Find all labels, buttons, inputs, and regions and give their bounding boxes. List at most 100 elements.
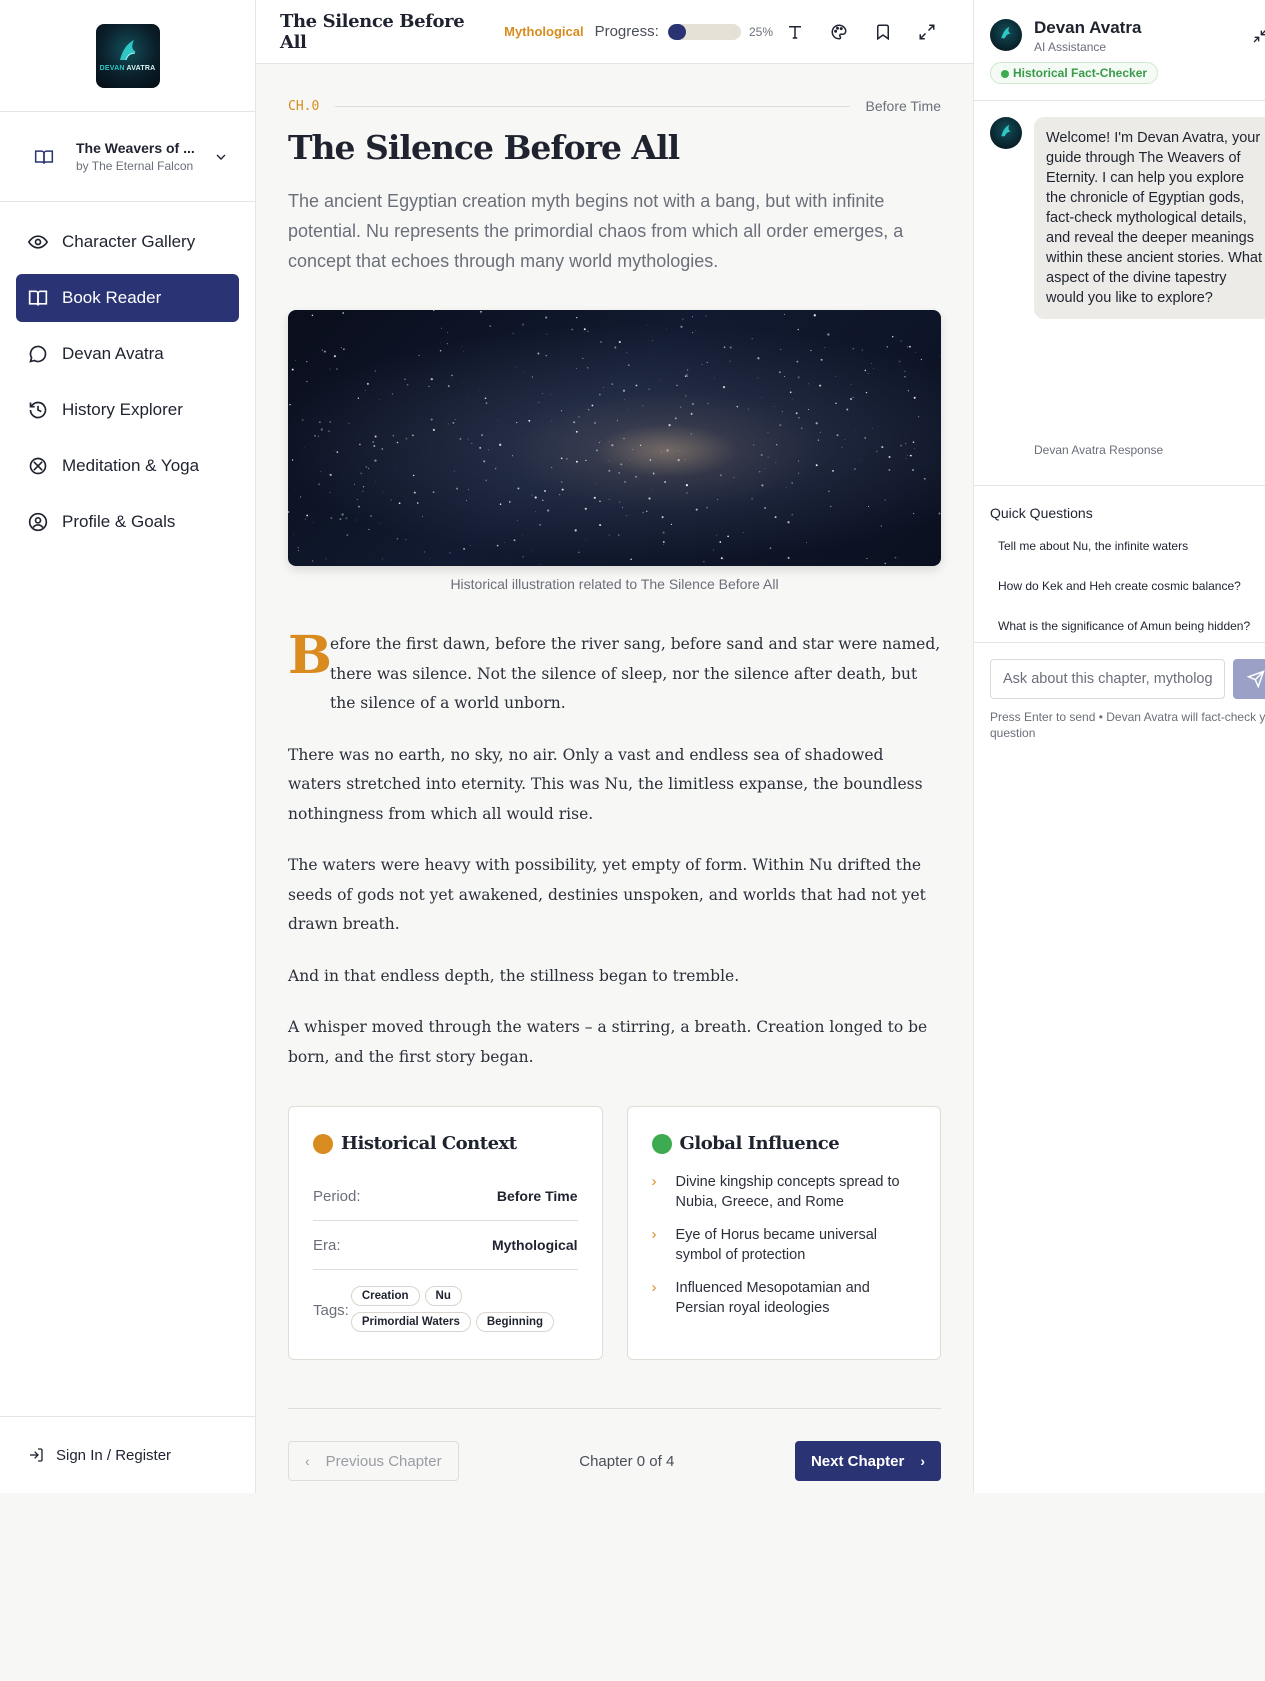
star [849, 397, 853, 401]
star [873, 368, 874, 369]
fullscreen-button[interactable] [905, 12, 949, 52]
book-selector[interactable]: The Weavers of ... by The Eternal Falcon [0, 112, 255, 202]
star [466, 499, 468, 502]
star [761, 396, 762, 398]
status-dot [651, 1133, 672, 1154]
tag-chip[interactable]: Creation [350, 1286, 420, 1306]
star [487, 449, 489, 451]
star [430, 418, 433, 421]
chapter-count: Chapter 0 of 4 [579, 1452, 675, 1470]
star [760, 453, 763, 457]
star [767, 456, 769, 458]
star [583, 328, 586, 331]
star [703, 561, 705, 563]
star [686, 374, 688, 376]
nav-item-character-gallery[interactable]: Character Gallery [16, 218, 239, 266]
period-row: Period: Before Time [313, 1172, 578, 1221]
next-chapter-button[interactable]: Next Chapter › [794, 1441, 941, 1481]
star [451, 374, 453, 377]
star [522, 556, 524, 558]
star [686, 492, 688, 494]
minimize-icon[interactable] [1252, 28, 1265, 44]
star [894, 556, 897, 559]
star [550, 394, 551, 395]
fullscreen-icon [919, 24, 935, 39]
star [692, 316, 693, 318]
star [743, 532, 745, 534]
star [678, 450, 680, 451]
star [913, 448, 915, 449]
sign-in-button[interactable]: Sign In / Register [0, 1416, 255, 1493]
send-button[interactable] [1233, 659, 1265, 699]
star [751, 338, 753, 340]
tag-chip[interactable]: Nu [424, 1286, 462, 1306]
star [769, 547, 772, 550]
story-paragraph: A whisper moved through the waters – a s… [288, 1018, 928, 1066]
star [396, 538, 399, 540]
nav-item-devan-avatra[interactable]: Devan Avatra [16, 330, 239, 378]
logo-area: DEVAN AVATRA [0, 0, 255, 112]
star [796, 360, 799, 363]
star [938, 512, 941, 515]
tag-chip[interactable]: Primordial Waters [350, 1312, 471, 1332]
star [774, 516, 777, 519]
nav-label: History Explorer [62, 400, 183, 419]
star [422, 516, 424, 517]
star [576, 316, 578, 319]
quick-question-button[interactable]: How do Kek and Heh create cosmic balance… [990, 571, 1249, 611]
star [618, 472, 621, 474]
star [686, 369, 689, 371]
star [658, 379, 660, 381]
quick-questions: Quick Questions Tell me about Nu, the in… [974, 486, 1265, 643]
text-size-button[interactable] [773, 12, 817, 52]
star [340, 347, 342, 349]
button-label: Previous Chapter [325, 1452, 442, 1470]
star [663, 543, 665, 545]
nav-item-history-explorer[interactable]: History Explorer [16, 386, 239, 434]
drop-cap: B [288, 625, 332, 686]
star [635, 384, 638, 387]
star [797, 376, 800, 379]
quick-question-button[interactable]: Tell me about Nu, the infinite waters [990, 531, 1249, 571]
star [288, 511, 290, 513]
tag-chip[interactable]: Beginning [475, 1312, 555, 1332]
star [325, 558, 327, 560]
period-label: Period: [313, 1187, 361, 1205]
star [719, 474, 722, 477]
button-label: Next Chapter [810, 1452, 905, 1470]
star [819, 384, 822, 387]
star [300, 496, 301, 498]
star [345, 517, 348, 520]
star [712, 549, 714, 551]
star [311, 314, 314, 317]
bookmark-button[interactable] [861, 12, 905, 52]
composer-hint: Press Enter to send • Devan Avatra will … [990, 710, 1265, 740]
star [723, 558, 725, 560]
star [459, 437, 462, 440]
book-open-icon [28, 290, 48, 306]
star [323, 350, 326, 353]
star [846, 408, 849, 411]
sidebar: DEVAN AVATRA The Weavers of ... by The E… [0, 0, 256, 1493]
nav-item-profile-goals[interactable]: Profile & Goals [16, 498, 239, 546]
previous-chapter-button[interactable]: ‹ Previous Chapter [288, 1441, 459, 1481]
star [381, 448, 383, 450]
star [924, 341, 925, 343]
chapter-number: CH.0 [288, 98, 320, 114]
star [751, 498, 753, 500]
star [720, 557, 723, 560]
star [511, 455, 513, 457]
star [692, 402, 694, 405]
star [867, 506, 869, 507]
app-logo[interactable]: DEVAN AVATRA [95, 23, 160, 88]
nav-item-book-reader[interactable]: Book Reader [16, 274, 239, 322]
star [398, 502, 401, 505]
star [705, 315, 707, 317]
chat-input[interactable] [990, 659, 1225, 699]
star [864, 369, 867, 372]
nav-item-meditation-yoga[interactable]: Meditation & Yoga [16, 442, 239, 490]
star [611, 383, 613, 385]
theme-button[interactable] [817, 12, 861, 52]
star [925, 463, 926, 465]
star [358, 505, 360, 508]
